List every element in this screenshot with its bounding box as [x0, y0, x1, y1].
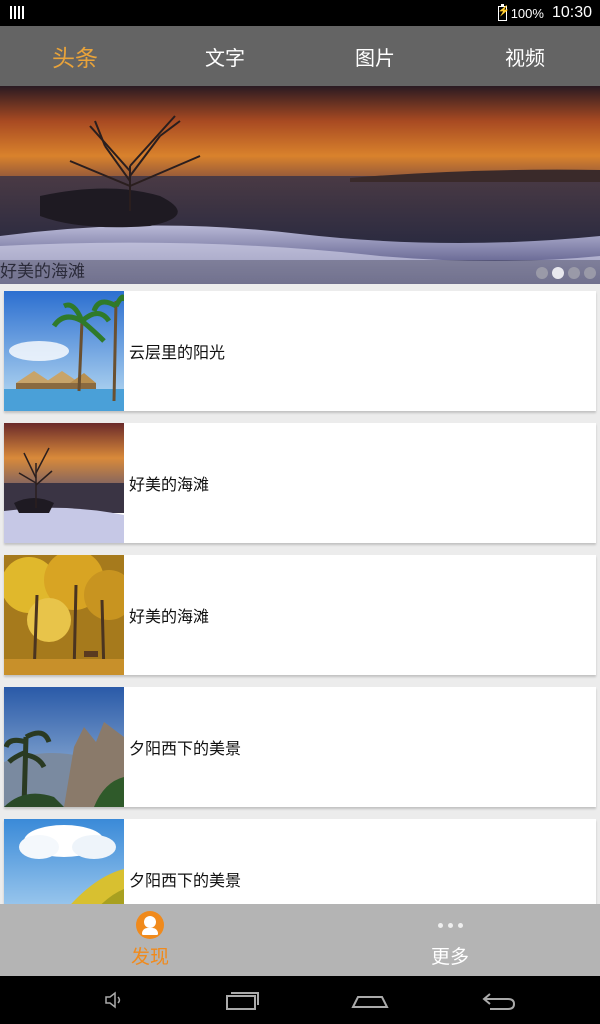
- list-item[interactable]: 夕阳西下的美景: [4, 687, 596, 807]
- status-bar: 100% 10:30: [0, 0, 600, 26]
- list-item-thumbnail: [4, 291, 124, 411]
- nav-more[interactable]: 更多: [300, 904, 600, 976]
- clock: 10:30: [551, 4, 592, 21]
- list-item-title: 夕阳西下的美景: [129, 871, 242, 890]
- status-right: 100% 10:30: [497, 3, 592, 23]
- list-item-title: 好美的海滩: [129, 475, 210, 494]
- banner-dot-1[interactable]: [536, 267, 548, 279]
- banner-dot-3[interactable]: [568, 267, 580, 279]
- list-item-thumbnail: [4, 555, 124, 675]
- back-icon[interactable]: [478, 976, 518, 1024]
- more-dots-icon: [437, 911, 463, 939]
- nav-more-label: 更多: [430, 946, 469, 968]
- list-item-thumbnail: [4, 423, 124, 543]
- banner-image: [0, 86, 600, 284]
- tab-videos[interactable]: 视频: [450, 26, 600, 86]
- system-nav-bar: [0, 976, 600, 1024]
- list-item[interactable]: 云层里的阳光: [4, 291, 596, 411]
- banner-caption: 好美的海滩: [0, 262, 85, 282]
- list-item[interactable]: 好美的海滩: [4, 555, 596, 675]
- signal-icon: [10, 6, 24, 19]
- nav-discover[interactable]: 发现: [0, 904, 300, 976]
- home-icon[interactable]: [348, 976, 392, 1024]
- recent-apps-icon[interactable]: [222, 976, 262, 1024]
- banner-carousel[interactable]: 好美的海滩: [0, 86, 600, 284]
- battery-icon: [497, 3, 510, 21]
- tab-pictures[interactable]: 图片: [300, 26, 450, 86]
- person-circle-icon: [136, 911, 164, 939]
- battery-percentage: 100%: [510, 5, 544, 21]
- banner-caption-bar: [0, 260, 600, 284]
- list-item[interactable]: 夕阳西下的美景: [4, 819, 596, 904]
- banner-dot-4[interactable]: [584, 267, 596, 279]
- banner-dot-2[interactable]: [552, 267, 564, 279]
- banner-indicator: [536, 267, 596, 279]
- list-item-thumbnail: [4, 819, 124, 904]
- tab-text[interactable]: 文字: [150, 26, 300, 86]
- app-screen: 100% 10:30 头条 文字 图片 视频: [0, 0, 600, 1024]
- nav-discover-label: 发现: [130, 946, 169, 968]
- list-item-title: 夕阳西下的美景: [129, 739, 242, 758]
- list-item-title: 好美的海滩: [129, 607, 210, 626]
- tab-headlines[interactable]: 头条: [0, 26, 150, 86]
- list-item-title: 云层里的阳光: [129, 343, 226, 362]
- volume-icon[interactable]: [98, 976, 128, 1024]
- article-list: 云层里的阳光 好美的海滩 好美的海滩 夕阳西下的美景 夕阳西下的美景: [0, 284, 600, 904]
- list-item[interactable]: 好美的海滩: [4, 423, 596, 543]
- top-tab-bar: 头条 文字 图片 视频: [0, 26, 600, 86]
- bottom-nav: 发现 更多: [0, 904, 600, 976]
- list-item-thumbnail: [4, 687, 124, 807]
